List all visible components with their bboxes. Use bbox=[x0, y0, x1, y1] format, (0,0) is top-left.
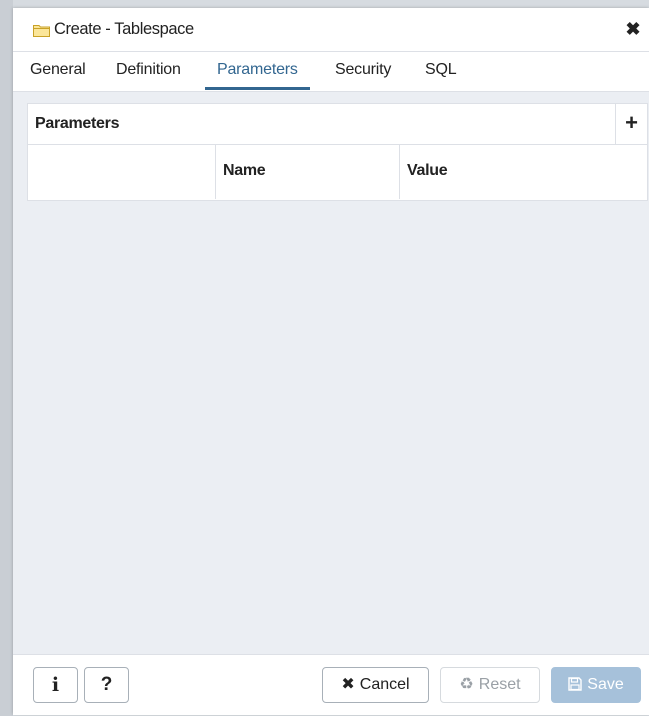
parameters-panel-header: Parameters + bbox=[28, 104, 647, 145]
dialog-header: Create - Tablespace ✖ bbox=[13, 8, 649, 52]
info-button[interactable]: i bbox=[33, 667, 78, 703]
background-edge bbox=[0, 0, 13, 716]
tab-security[interactable]: Security bbox=[335, 52, 391, 89]
cancel-button-label: Cancel bbox=[359, 676, 410, 693]
info-icon: i bbox=[51, 674, 60, 696]
parameters-grid-header: Name Value bbox=[28, 145, 647, 199]
dialog-title: Create - Tablespace bbox=[54, 20, 194, 38]
tab-general[interactable]: General bbox=[30, 52, 86, 89]
grid-column-label: Name bbox=[223, 162, 266, 179]
close-icon: ✖ bbox=[341, 676, 355, 693]
tab-sql[interactable]: SQL bbox=[425, 52, 457, 89]
dialog-footer: i ? ✖ Cancel ♻ Reset Save bbox=[13, 654, 649, 715]
parameters-panel-title: Parameters bbox=[35, 115, 120, 132]
create-tablespace-dialog: Create - Tablespace ✖ General Definition… bbox=[13, 8, 649, 715]
help-icon: ? bbox=[100, 674, 113, 695]
tab-bar: General Definition Parameters Security S… bbox=[13, 52, 649, 92]
grid-column-label: Value bbox=[407, 162, 448, 179]
add-parameter-button[interactable]: + bbox=[615, 104, 647, 144]
grid-column-value[interactable]: Value bbox=[400, 145, 647, 199]
grid-column-actions bbox=[28, 145, 216, 199]
recycle-icon: ♻ bbox=[459, 676, 474, 693]
help-button[interactable]: ? bbox=[84, 667, 129, 703]
parameters-panel: Parameters + Name Value bbox=[27, 103, 648, 201]
close-icon[interactable]: ✖ bbox=[623, 19, 643, 39]
save-icon bbox=[568, 677, 582, 691]
cancel-button[interactable]: ✖ Cancel bbox=[322, 667, 429, 703]
reset-button-label: Reset bbox=[478, 676, 521, 693]
grid-column-name[interactable]: Name bbox=[216, 145, 400, 199]
tab-definition[interactable]: Definition bbox=[116, 52, 181, 89]
reset-button[interactable]: ♻ Reset bbox=[440, 667, 540, 703]
save-button-label: Save bbox=[587, 676, 624, 693]
tab-parameters[interactable]: Parameters bbox=[205, 52, 310, 90]
folder-icon bbox=[33, 25, 50, 37]
save-button[interactable]: Save bbox=[551, 667, 641, 703]
